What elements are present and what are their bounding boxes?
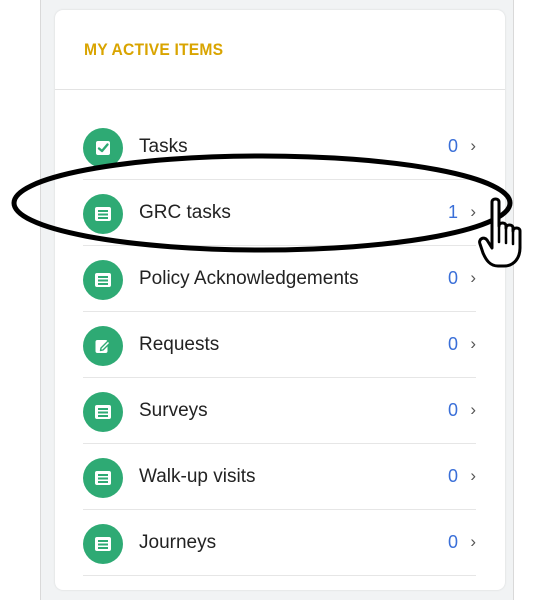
item-count[interactable]: 0 bbox=[448, 268, 458, 289]
item-count[interactable]: 0 bbox=[448, 334, 458, 355]
item-label: GRC tasks bbox=[139, 202, 231, 223]
item-label: Policy Acknowledgements bbox=[139, 268, 359, 289]
list-item-requests[interactable]: Requests 0 › bbox=[83, 312, 476, 378]
chevron-right-icon: › bbox=[470, 400, 476, 419]
list-item-policy-acknowledgements[interactable]: Policy Acknowledgements 0 › bbox=[83, 246, 476, 312]
chevron-right-icon: › bbox=[470, 136, 476, 155]
item-count[interactable]: 1 bbox=[448, 202, 458, 223]
list-item-grc-tasks[interactable]: GRC tasks 1 › bbox=[83, 180, 476, 246]
item-count[interactable]: 0 bbox=[448, 466, 458, 487]
item-label: Surveys bbox=[139, 400, 208, 421]
item-label: Journeys bbox=[139, 532, 217, 553]
list-icon bbox=[83, 458, 123, 498]
item-label: Requests bbox=[139, 334, 220, 355]
list-icon bbox=[83, 260, 123, 300]
list-item-journeys[interactable]: Journeys 0 › bbox=[83, 510, 476, 576]
item-label: Walk-up visits bbox=[139, 466, 256, 487]
item-count[interactable]: 0 bbox=[448, 136, 458, 157]
chevron-right-icon: › bbox=[470, 466, 476, 485]
item-label: Tasks bbox=[139, 136, 188, 157]
list-icon bbox=[83, 392, 123, 432]
chevron-right-icon: › bbox=[470, 334, 476, 353]
chevron-right-icon: › bbox=[470, 268, 476, 287]
hand-pointer-icon bbox=[478, 197, 522, 268]
list-item-walk-up-visits[interactable]: Walk-up visits 0 › bbox=[83, 444, 476, 510]
item-count[interactable]: 0 bbox=[448, 400, 458, 421]
panel-header: MY ACTIVE ITEMS bbox=[55, 10, 505, 90]
active-items-panel: MY ACTIVE ITEMS Tasks 0 › GRC tasks 1 › bbox=[55, 10, 505, 590]
chevron-right-icon: › bbox=[470, 532, 476, 551]
chevron-right-icon: › bbox=[470, 202, 476, 221]
edit-icon bbox=[83, 326, 123, 366]
list-item-surveys[interactable]: Surveys 0 › bbox=[83, 378, 476, 444]
checkbox-icon bbox=[83, 128, 123, 168]
panel-title: MY ACTIVE ITEMS bbox=[84, 40, 224, 59]
list-icon bbox=[83, 524, 123, 564]
item-count[interactable]: 0 bbox=[448, 532, 458, 553]
list-icon bbox=[83, 194, 123, 234]
list-item-tasks[interactable]: Tasks 0 › bbox=[83, 114, 476, 180]
